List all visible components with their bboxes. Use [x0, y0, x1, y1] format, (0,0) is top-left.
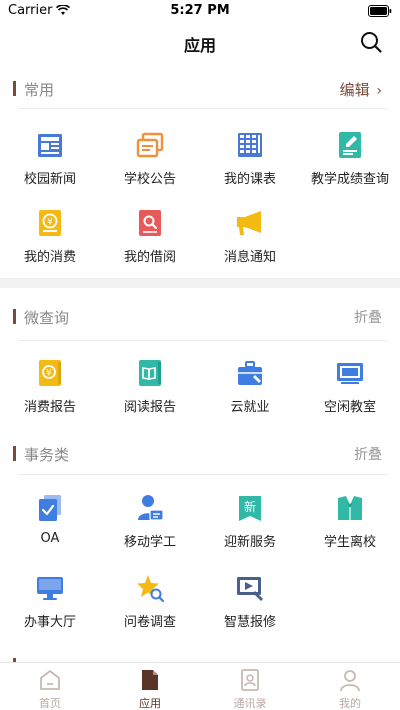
tab-label: 应用 — [139, 697, 161, 710]
svg-text:新: 新 — [244, 499, 256, 514]
app-label: 阅读报告 — [123, 400, 176, 415]
student-card-icon — [138, 495, 164, 521]
section-separator — [0, 278, 400, 288]
section-header-affairs: 事务类 折叠 — [0, 438, 400, 468]
star-search-icon — [137, 575, 165, 603]
grade-report-icon — [339, 132, 361, 158]
app-label: OA — [40, 531, 60, 546]
app-label: 智慧报修 — [223, 615, 276, 630]
app-smart-repair[interactable]: 智慧报修 — [200, 573, 300, 643]
app-label: 我的消费 — [23, 250, 76, 265]
app-my-borrowing[interactable]: 我的借阅 — [100, 208, 200, 278]
app-label: 学校公告 — [123, 172, 176, 187]
section-marker — [13, 309, 16, 324]
divider — [18, 340, 388, 341]
schedule-grid-icon — [238, 133, 262, 157]
graduation-gown-icon — [338, 496, 362, 520]
app-student-leave[interactable]: 学生离校 — [300, 493, 400, 563]
tab-contacts[interactable]: 通讯录 — [200, 663, 300, 710]
svg-text:¥: ¥ — [47, 218, 53, 228]
classroom-screen-icon — [337, 363, 363, 384]
app-questionnaire[interactable]: 问卷调查 — [100, 573, 200, 643]
section-marker — [13, 446, 16, 461]
repair-tools-icon — [237, 577, 263, 601]
app-label: 教学成绩查询 — [310, 172, 389, 187]
collapse-button[interactable]: 折叠 — [354, 444, 382, 464]
yuan-wallet-icon: ¥ — [39, 210, 61, 236]
chevron-right-icon: › — [376, 83, 382, 99]
nav-bar: 应用 — [0, 22, 400, 64]
megaphone-icon — [237, 211, 261, 235]
search-icon[interactable] — [360, 31, 382, 53]
app-label: 消费报告 — [23, 400, 76, 415]
page-title: 应用 — [183, 36, 216, 55]
monitor-icon — [37, 577, 63, 600]
app-reading-report[interactable]: 阅读报告 — [100, 358, 200, 428]
edit-label: 编辑 — [339, 81, 370, 99]
status-bar: Carrier 5:27 PM — [0, 0, 400, 22]
section-title-affairs: 事务类 — [24, 446, 70, 464]
section-header-micro: 微查询 折叠 — [0, 301, 400, 331]
app-label: 校园新闻 — [23, 172, 76, 187]
app-service-hall[interactable]: 办事大厅 — [0, 573, 100, 643]
apps-document-icon — [142, 670, 158, 690]
home-icon — [40, 669, 60, 690]
oa-document-icon — [39, 495, 61, 521]
tab-home[interactable]: 首页 — [0, 663, 100, 710]
app-label: 迎新服务 — [223, 535, 276, 550]
profile-icon — [340, 670, 360, 692]
tab-apps[interactable]: 应用 — [100, 663, 200, 710]
app-school-notice[interactable]: 学校公告 — [100, 130, 200, 200]
yuan-report-icon: ¥ — [39, 360, 61, 386]
battery-icon — [368, 5, 392, 17]
app-cloud-employment[interactable]: 云就业 — [200, 358, 300, 428]
open-book-icon — [139, 360, 161, 386]
notice-icon — [136, 132, 164, 158]
app-label: 移动学工 — [123, 535, 176, 550]
tab-mine[interactable]: 我的 — [300, 663, 400, 710]
app-my-spending[interactable]: ¥ 我的消费 — [0, 208, 100, 278]
app-campus-news[interactable]: 校园新闻 — [0, 130, 100, 200]
tab-label: 通讯录 — [233, 697, 267, 710]
app-my-schedule[interactable]: 我的课表 — [200, 130, 300, 200]
app-label: 我的借阅 — [123, 250, 176, 265]
section-marker — [13, 81, 16, 96]
section-title-common: 常用 — [24, 81, 55, 99]
section-title-micro: 微查询 — [24, 309, 70, 327]
tab-label: 首页 — [39, 697, 61, 710]
divider — [18, 108, 388, 109]
app-label: 学生离校 — [323, 535, 376, 550]
collapse-button[interactable]: 折叠 — [354, 307, 382, 327]
app-label: 我的课表 — [223, 172, 276, 187]
newspaper-icon — [38, 134, 62, 157]
app-free-classroom[interactable]: 空闲教室 — [300, 358, 400, 428]
app-label: 空闲教室 — [323, 400, 376, 415]
app-spending-report[interactable]: ¥ 消费报告 — [0, 358, 100, 428]
app-mobile-student-affairs[interactable]: 移动学工 — [100, 493, 200, 563]
edit-button[interactable]: 编辑 › — [340, 79, 382, 100]
app-label: 办事大厅 — [23, 615, 76, 630]
app-message-notice[interactable]: 消息通知 — [200, 208, 300, 278]
welcome-banner-icon: 新 — [239, 496, 261, 521]
section-header-common: 常用 编辑 › — [0, 73, 400, 103]
app-label: 云就业 — [230, 400, 270, 415]
tab-label: 我的 — [339, 697, 361, 710]
divider — [18, 474, 388, 475]
app-label: 问卷调查 — [123, 615, 176, 630]
app-grade-query[interactable]: 教学成绩查询 — [300, 130, 400, 200]
app-oa[interactable]: OA — [0, 493, 100, 563]
briefcase-icon — [238, 361, 262, 385]
svg-text:¥: ¥ — [46, 369, 52, 379]
bottom-tab-bar: 首页 应用 通讯录 我的 — [0, 662, 400, 710]
status-time: 5:27 PM — [170, 3, 230, 18]
app-label: 消息通知 — [223, 250, 276, 265]
app-welcome-service[interactable]: 新 迎新服务 — [200, 493, 300, 563]
book-search-icon — [139, 210, 161, 236]
contacts-icon — [241, 669, 259, 691]
